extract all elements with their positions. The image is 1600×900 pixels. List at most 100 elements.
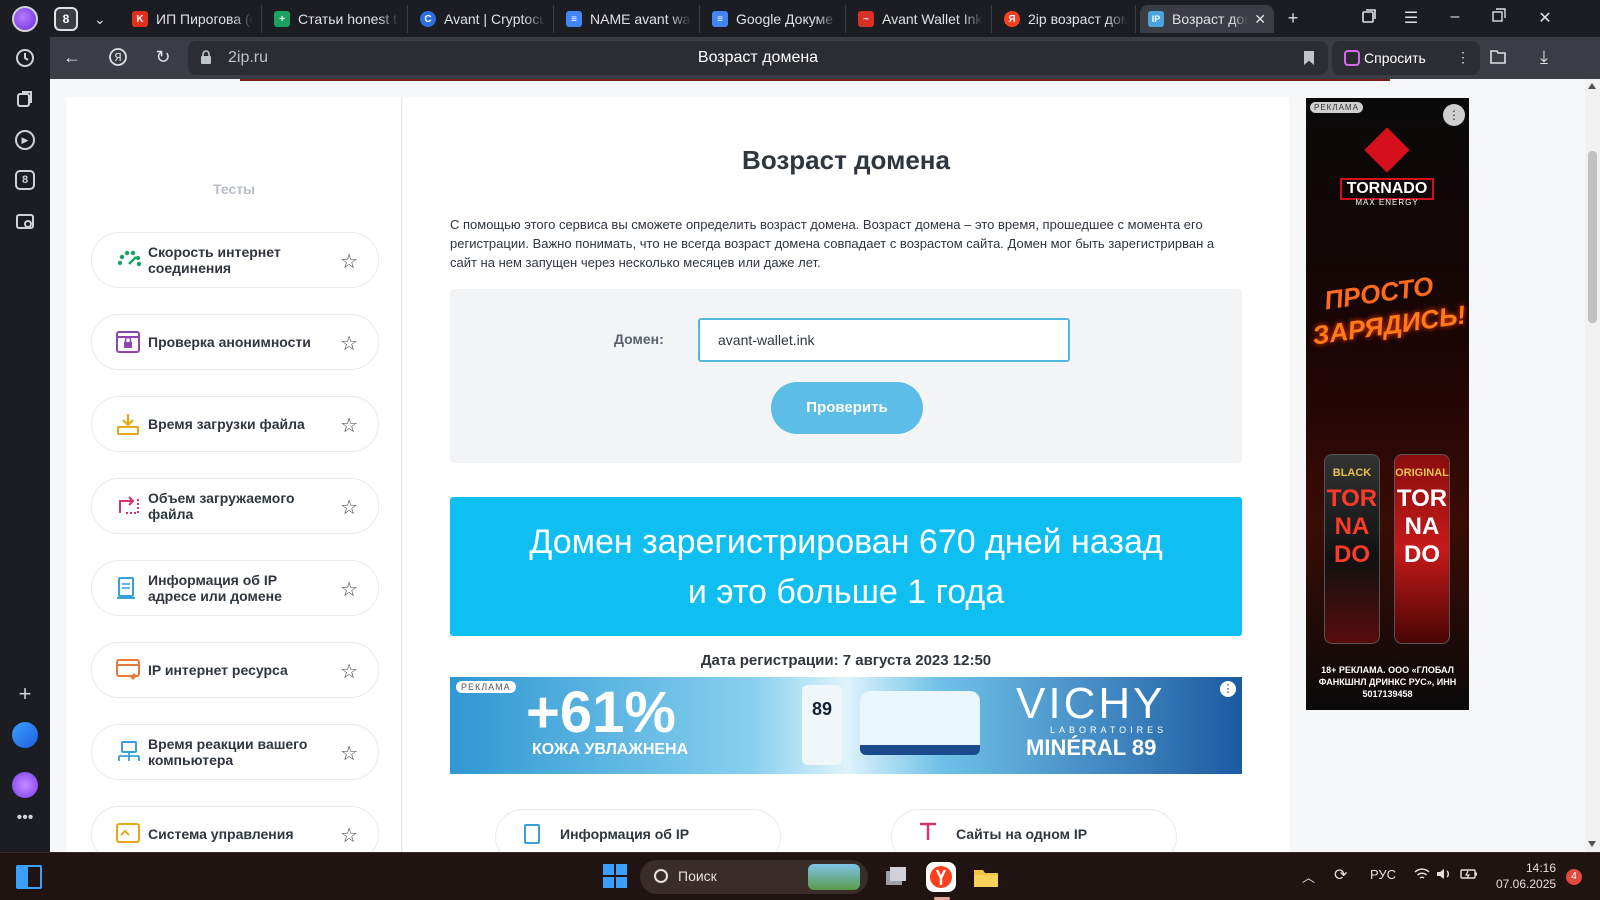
energy-can-black: BLACK TOR NA DO xyxy=(1324,454,1380,644)
reader-icon[interactable] xyxy=(1486,47,1510,72)
check-button[interactable]: Проверить xyxy=(771,382,923,434)
chevron-down-icon: ⌄ xyxy=(94,10,106,27)
tabs-counter-button[interactable]: 8 xyxy=(50,5,82,33)
tab-6[interactable]: Я 2ip возраст дом xyxy=(996,5,1136,33)
file-explorer-icon[interactable] xyxy=(972,863,1000,891)
favorite-star-icon[interactable]: ☆ xyxy=(340,823,358,848)
test-item-anonymity[interactable]: Проверка анонимности ☆ xyxy=(91,314,379,370)
related-sites-same-ip[interactable]: Сайты на одном IP xyxy=(891,809,1177,852)
downloads-icon[interactable]: ⤓ xyxy=(1532,47,1556,68)
ad-options-icon[interactable]: ⋮ xyxy=(1443,104,1465,126)
restore-icon[interactable] xyxy=(1488,8,1510,27)
can-top-label: ORIGINAL xyxy=(1395,467,1449,479)
page-scrollbar[interactable] xyxy=(1585,79,1600,852)
tabs-dropdown-button[interactable]: ⌄ xyxy=(86,5,112,33)
tabs-counter-icon[interactable]: 8 xyxy=(15,170,35,190)
ai-chat-icon xyxy=(1344,50,1360,66)
test-item-cms[interactable]: Система управления ☆ xyxy=(91,806,379,852)
alice-assistant-icon[interactable] xyxy=(12,772,38,798)
related-label: Сайты на одном IP xyxy=(956,826,1088,842)
tab-7-active[interactable]: IP Возраст дом ✕ xyxy=(1140,5,1274,33)
test-item-label: Время загрузки файла xyxy=(148,416,305,432)
taskbar-clock[interactable]: 14:16 07.06.2025 xyxy=(1496,860,1556,892)
more-options-icon[interactable]: ⋮ xyxy=(1456,49,1470,66)
logo-diamond xyxy=(1364,127,1410,173)
yandex-app-icon[interactable] xyxy=(12,722,38,748)
tests-heading: Тесты xyxy=(212,181,256,197)
reload-icon[interactable]: ↻ xyxy=(151,47,175,68)
test-item-speed[interactable]: Скорость интернет соединения ☆ xyxy=(91,232,379,288)
notification-badge[interactable]: 4 xyxy=(1566,869,1582,885)
profile-avatar-icon[interactable] xyxy=(12,6,38,32)
close-window-icon[interactable]: ✕ xyxy=(1534,8,1556,28)
windows-start-icon[interactable] xyxy=(602,863,628,889)
language-indicator[interactable]: РУС xyxy=(1370,867,1396,882)
favorite-star-icon[interactable]: ☆ xyxy=(340,577,358,602)
favorite-star-icon[interactable]: ☆ xyxy=(340,495,358,520)
related-ip-info[interactable]: Информация об IP xyxy=(495,809,781,852)
scrollbar-thumb[interactable] xyxy=(1588,151,1597,323)
back-icon[interactable]: ← xyxy=(60,47,84,68)
yandex-browser-taskbar-icon[interactable] xyxy=(926,862,956,892)
favorite-star-icon[interactable]: ☆ xyxy=(340,249,358,274)
tab-5[interactable]: ~ Avant Wallet Ink xyxy=(850,5,992,33)
vichy-ad-banner[interactable]: РЕКЛАМА +61% КОЖА УВЛАЖНЕНА 89 VICHY LAB… xyxy=(450,677,1242,774)
test-item-file-size[interactable]: Объем загружаемого файла ☆ xyxy=(91,478,379,534)
tab-favicon: + xyxy=(274,11,290,27)
tab-1[interactable]: + Статьи honest t xyxy=(266,5,408,33)
sync-icon[interactable]: ⟳ xyxy=(1334,865,1347,885)
task-view-icon[interactable] xyxy=(882,863,910,891)
ad-bottle-image: 89 xyxy=(802,685,842,765)
ask-ai-button[interactable]: Спросить ⋮ xyxy=(1332,41,1480,75)
tab-2[interactable]: C Avant | Cryptocu xyxy=(412,5,554,33)
ad-jar-image xyxy=(860,691,980,755)
tab-label: Возраст дом xyxy=(1172,11,1249,27)
scroll-up-icon[interactable] xyxy=(1588,83,1596,89)
domain-input[interactable]: avant-wallet.ink xyxy=(698,318,1070,362)
test-item-label: IP интернет ресурса xyxy=(148,662,288,678)
new-tab-button[interactable]: + xyxy=(1282,8,1304,29)
close-tab-icon[interactable]: ✕ xyxy=(1254,11,1266,28)
wifi-icon[interactable] xyxy=(1414,867,1430,884)
more-icon[interactable]: ••• xyxy=(13,806,37,830)
favorite-star-icon[interactable]: ☆ xyxy=(340,741,358,766)
test-item-download-time[interactable]: Время загрузки файла ☆ xyxy=(91,396,379,452)
tab-4[interactable]: ≡ Google Докуме xyxy=(704,5,846,33)
favorite-star-icon[interactable]: ☆ xyxy=(340,413,358,438)
test-item-reaction-time[interactable]: Время реакции вашего компьютера ☆ xyxy=(91,724,379,780)
cms-icon xyxy=(116,823,140,843)
tab-label: NAME avant wa xyxy=(590,11,691,27)
screenshot-icon[interactable] xyxy=(13,210,37,234)
favorite-star-icon[interactable]: ☆ xyxy=(340,331,358,356)
battery-icon[interactable] xyxy=(1460,867,1478,884)
result-line-1: Домен зарегистрирован 670 дней назад xyxy=(529,523,1163,561)
history-icon[interactable] xyxy=(13,46,37,70)
tray-expand-icon[interactable]: ︿ xyxy=(1302,867,1315,886)
ad-options-icon[interactable]: ⋮ xyxy=(1220,681,1236,697)
taskbar-search[interactable]: Поиск xyxy=(640,860,868,894)
window-switcher-icon[interactable] xyxy=(1358,8,1380,29)
widgets-icon[interactable] xyxy=(16,865,42,889)
test-item-ip-info[interactable]: Информация об IP адресе или домене ☆ xyxy=(91,560,379,616)
collections-icon[interactable] xyxy=(13,87,37,111)
favorite-star-icon[interactable]: ☆ xyxy=(340,659,358,684)
tab-favicon: C xyxy=(420,11,436,27)
tab-label: Avant | Cryptocu xyxy=(444,11,545,27)
address-bar[interactable]: 2ip.ru Возраст домена xyxy=(188,41,1328,75)
clock-time: 14:16 xyxy=(1525,861,1556,875)
add-panel-icon[interactable]: + xyxy=(13,681,37,706)
yandex-home-icon[interactable]: Я xyxy=(106,47,130,72)
tab-3[interactable]: ≡ NAME avant wa xyxy=(558,5,700,33)
tab-0[interactable]: K ИП Пирогова (с xyxy=(124,5,262,33)
scroll-down-icon[interactable] xyxy=(1588,841,1596,847)
can-brand-text: TOR NA DO xyxy=(1396,485,1448,568)
top-accent-line xyxy=(240,79,1390,81)
video-play-icon[interactable]: ▶ xyxy=(15,130,35,150)
menu-icon[interactable]: ☰ xyxy=(1400,8,1422,28)
volume-icon[interactable] xyxy=(1436,867,1452,884)
browser-link-icon xyxy=(116,659,140,680)
test-item-ip-resource[interactable]: IP интернет ресурса ☆ xyxy=(91,642,379,698)
test-item-label: Время реакции вашего компьютера xyxy=(148,736,308,768)
minimize-icon[interactable]: – xyxy=(1444,8,1466,26)
tornado-side-ad[interactable]: РЕКЛАМА ⋮ TORNADO MAX ENERGY ПРОСТО ЗАРЯ… xyxy=(1306,98,1469,710)
